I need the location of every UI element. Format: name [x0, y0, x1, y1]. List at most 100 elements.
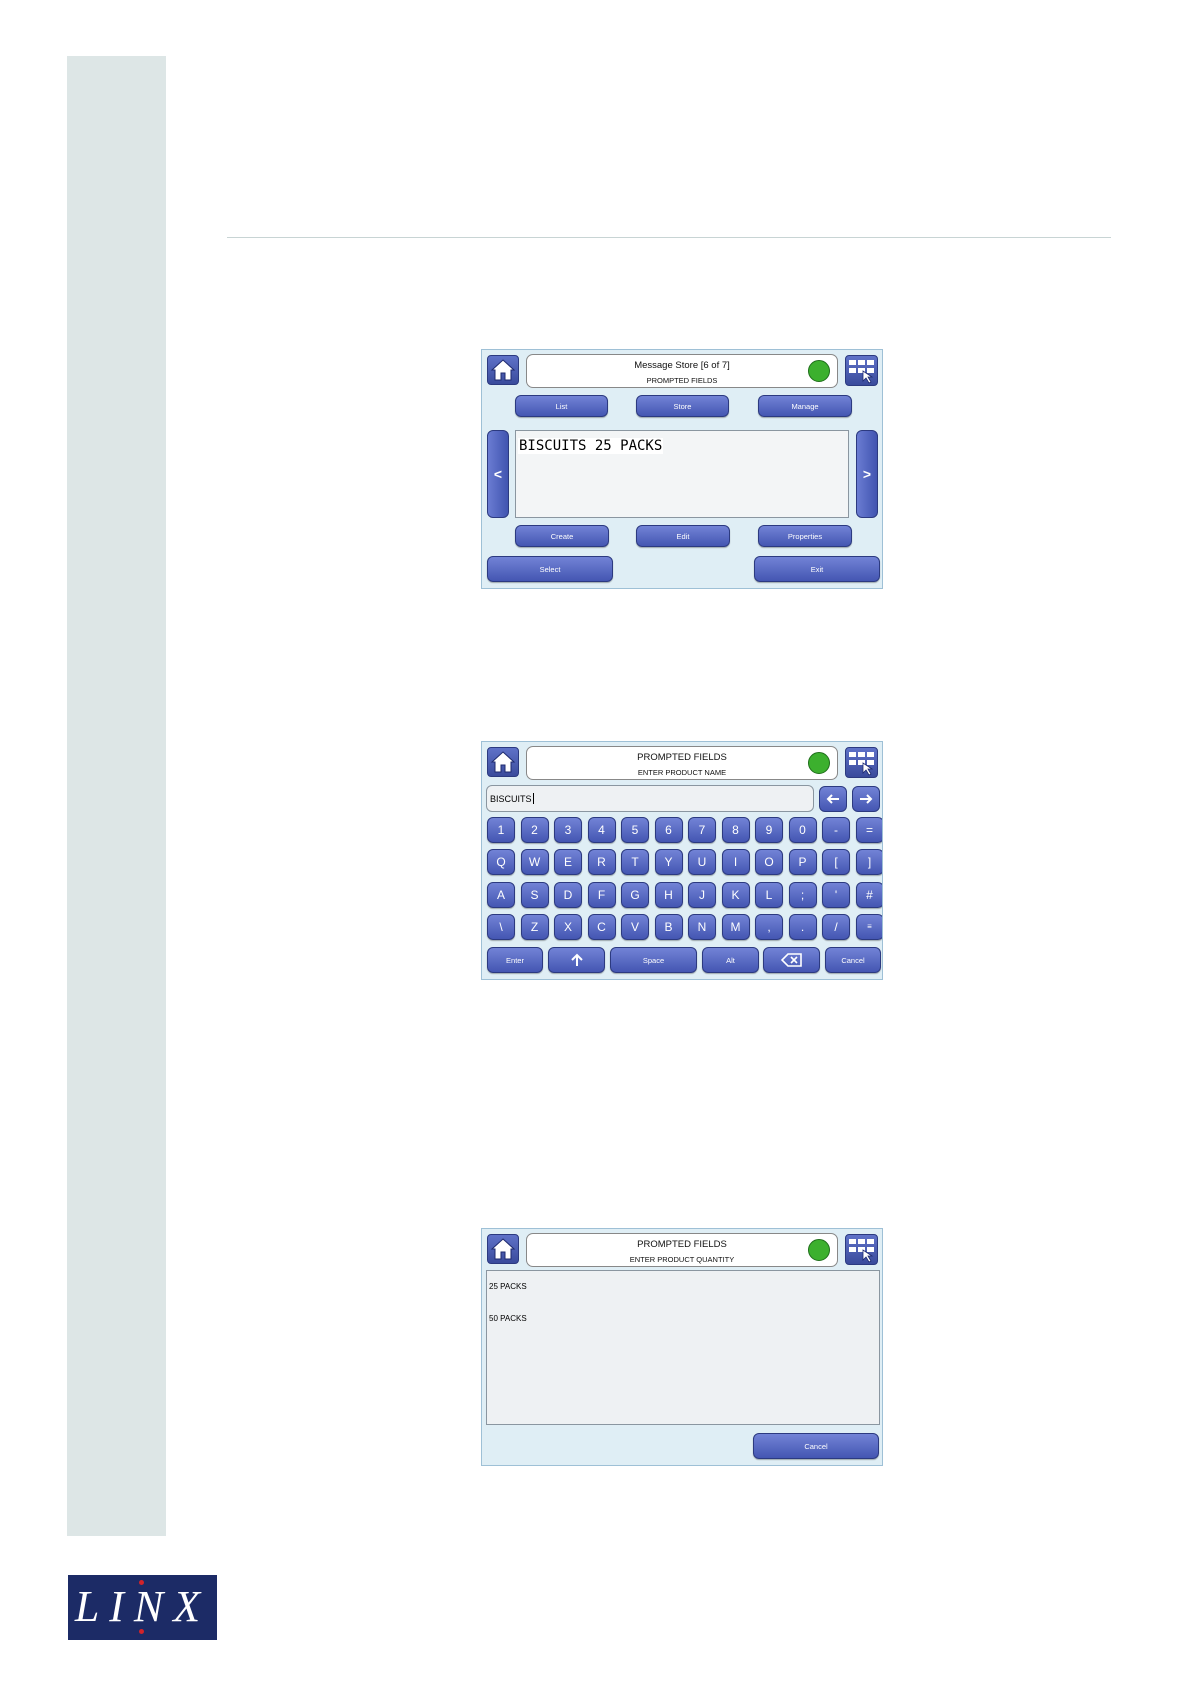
key[interactable]: A — [487, 881, 515, 908]
status-indicator — [808, 1239, 830, 1261]
key[interactable]: H — [654, 881, 683, 908]
properties-button[interactable]: Properties — [758, 525, 852, 547]
menu-button[interactable] — [845, 1234, 878, 1265]
key[interactable]: N — [688, 913, 716, 940]
key[interactable]: V — [621, 913, 649, 940]
key[interactable]: ≡ — [855, 913, 882, 940]
edit-button[interactable]: Edit — [636, 525, 730, 547]
key[interactable]: 0 — [788, 817, 817, 843]
key[interactable]: = — [855, 817, 882, 843]
select-button[interactable]: Select — [487, 556, 613, 582]
key[interactable]: 8 — [721, 817, 750, 843]
logo-dot-top — [139, 1580, 144, 1585]
text-caret — [532, 793, 534, 804]
screen-title: PROMPTED FIELDS — [637, 1239, 727, 1250]
screen-subtitle: ENTER PRODUCT NAME — [637, 768, 727, 777]
title-bar: Message Store [6 of 7] PROMPTED FIELDS — [526, 354, 838, 388]
key[interactable]: S — [520, 881, 549, 908]
home-icon — [490, 1238, 516, 1260]
key[interactable]: I — [721, 849, 750, 876]
key[interactable]: J — [688, 881, 716, 908]
key[interactable]: 6 — [654, 817, 683, 843]
menu-button[interactable] — [845, 747, 878, 778]
key[interactable]: 2 — [520, 817, 549, 843]
shift-up-icon — [570, 953, 583, 966]
page-sidebar — [67, 56, 166, 1536]
key[interactable]: K — [721, 881, 750, 908]
shift-key[interactable] — [548, 947, 605, 973]
key[interactable]: 9 — [755, 817, 783, 843]
product-name-input[interactable]: BISCUITS — [486, 785, 814, 812]
logo-dot-bottom — [139, 1629, 144, 1634]
key[interactable]: [ — [822, 849, 850, 876]
key[interactable]: 7 — [688, 817, 716, 843]
key[interactable]: B — [654, 913, 683, 940]
screen-title: PROMPTED FIELDS — [637, 752, 727, 763]
message-preview-text: BISCUITS 25 PACKS — [518, 438, 664, 454]
cursor-left-button[interactable] — [819, 786, 847, 812]
key[interactable]: , — [755, 913, 783, 940]
home-icon — [490, 751, 516, 773]
key[interactable]: E — [554, 849, 582, 876]
list-item[interactable]: 50 PACKS — [489, 1314, 527, 1323]
key[interactable]: R — [587, 849, 616, 876]
key[interactable]: P — [788, 849, 817, 876]
list-item[interactable]: 25 PACKS — [489, 1282, 527, 1291]
exit-button[interactable]: Exit — [754, 556, 880, 582]
key[interactable]: # — [855, 881, 882, 908]
key[interactable]: F — [587, 881, 616, 908]
key[interactable]: Y — [654, 849, 683, 876]
key[interactable]: ] — [855, 849, 882, 876]
key[interactable]: / — [822, 913, 850, 940]
tab-manage[interactable]: Manage — [758, 395, 852, 417]
cursor-right-button[interactable] — [852, 786, 880, 812]
key[interactable]: ; — [788, 881, 817, 908]
enter-product-quantity-screen: PROMPTED FIELDS ENTER PRODUCT QUANTITY 2… — [481, 1228, 883, 1466]
key[interactable]: 3 — [554, 817, 582, 843]
screen-title: Message Store [6 of 7] — [634, 360, 730, 371]
key[interactable]: X — [554, 913, 582, 940]
key[interactable]: M — [721, 913, 750, 940]
screen-subtitle: PROMPTED FIELDS — [646, 376, 718, 385]
alt-key[interactable]: Alt — [702, 947, 759, 973]
key[interactable]: - — [822, 817, 850, 843]
home-button[interactable] — [487, 1234, 519, 1264]
space-key[interactable]: Space — [610, 947, 697, 973]
menu-grid-icon — [849, 1239, 874, 1263]
enter-product-name-screen: PROMPTED FIELDS ENTER PRODUCT NAME BISCU… — [481, 741, 883, 980]
prev-message-button[interactable]: < — [487, 430, 509, 518]
home-button[interactable] — [487, 747, 519, 777]
key[interactable]: D — [554, 881, 582, 908]
key[interactable]: \ — [487, 913, 515, 940]
key[interactable]: ' — [822, 881, 850, 908]
key[interactable]: O — [755, 849, 783, 876]
key[interactable]: Z — [520, 913, 549, 940]
key[interactable]: 1 — [487, 817, 515, 843]
screen-subtitle: ENTER PRODUCT QUANTITY — [629, 1255, 735, 1264]
quantity-list: 25 PACKS 50 PACKS — [486, 1270, 880, 1425]
home-icon — [490, 359, 516, 381]
key[interactable]: T — [621, 849, 649, 876]
key[interactable]: U — [688, 849, 716, 876]
cancel-button[interactable]: Cancel — [753, 1433, 879, 1459]
enter-key[interactable]: Enter — [487, 947, 543, 973]
backspace-key[interactable] — [763, 947, 820, 973]
key[interactable]: C — [587, 913, 616, 940]
next-message-button[interactable]: > — [856, 430, 878, 518]
key[interactable]: 4 — [587, 817, 616, 843]
arrow-left-icon — [826, 794, 839, 804]
home-button[interactable] — [487, 355, 519, 385]
title-bar: PROMPTED FIELDS ENTER PRODUCT NAME — [526, 746, 838, 780]
key[interactable]: G — [621, 881, 649, 908]
tab-store[interactable]: Store — [636, 395, 729, 417]
key[interactable]: . — [788, 913, 817, 940]
tab-list[interactable]: List — [515, 395, 608, 417]
key[interactable]: L — [755, 881, 783, 908]
menu-button[interactable] — [845, 355, 878, 386]
create-button[interactable]: Create — [515, 525, 609, 547]
status-indicator — [808, 360, 830, 382]
key[interactable]: W — [520, 849, 549, 876]
key[interactable]: Q — [487, 849, 515, 876]
cancel-key[interactable]: Cancel — [825, 947, 881, 973]
key[interactable]: 5 — [621, 817, 649, 843]
